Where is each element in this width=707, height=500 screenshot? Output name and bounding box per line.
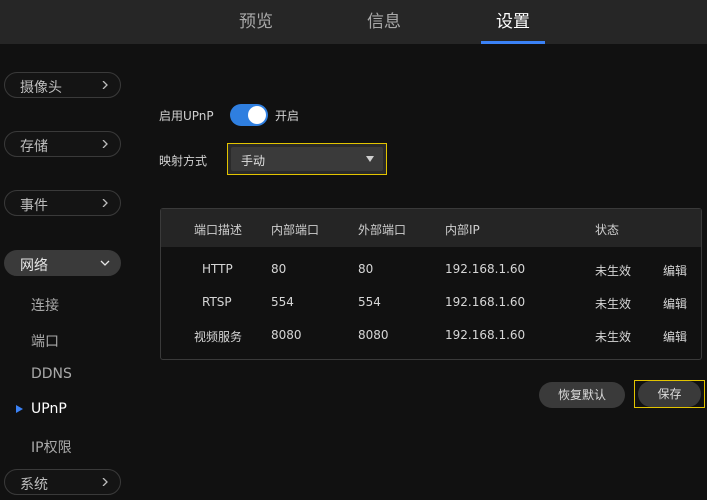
sidebar-group-storage[interactable]: 存储	[4, 131, 121, 157]
cell-internal-port: 554	[271, 295, 294, 309]
table-header: 端口描述 内部端口 外部端口 内部IP 状态	[161, 209, 701, 247]
sidebar-item-ip-permission[interactable]: IP权限	[31, 437, 72, 457]
save-button-focus-ring: 保存	[634, 380, 705, 408]
cell-status: 未生效	[595, 262, 631, 279]
edit-link[interactable]: 编辑	[663, 328, 687, 345]
cell-status: 未生效	[595, 295, 631, 312]
cell-internal-port: 8080	[271, 328, 302, 342]
sidebar-item-upnp[interactable]: UPnP	[31, 401, 67, 417]
cell-status: 未生效	[595, 328, 631, 345]
cell-internal-ip: 192.168.1.60	[445, 328, 525, 342]
tab-settings[interactable]: 设置	[483, 0, 543, 44]
cell-desc: HTTP	[202, 262, 233, 276]
tab-preview[interactable]: 预览	[226, 0, 286, 44]
chevron-right-icon	[101, 140, 109, 148]
sidebar-group-network[interactable]: 网络	[4, 250, 121, 276]
cell-desc: RTSP	[202, 295, 232, 309]
chevron-right-icon	[101, 81, 109, 89]
cell-internal-ip: 192.168.1.60	[445, 295, 525, 309]
sidebar-item-ddns[interactable]: DDNS	[31, 366, 72, 382]
edit-link[interactable]: 编辑	[663, 295, 687, 312]
sidebar-item-connection[interactable]: 连接	[31, 295, 59, 315]
chevron-right-icon	[101, 478, 109, 486]
sidebar-group-system[interactable]: 系统	[4, 469, 121, 495]
cell-desc: 视频服务	[194, 328, 242, 345]
header-internal-port: 内部端口	[271, 221, 319, 238]
header-external-port: 外部端口	[358, 221, 406, 238]
cell-external-port: 80	[358, 262, 373, 276]
sidebar-group-label: 网络	[20, 255, 48, 275]
sidebar-group-label: 存储	[20, 136, 48, 156]
chevron-right-icon	[101, 199, 109, 207]
toggle-knob	[248, 106, 266, 124]
sidebar-group-label: 系统	[20, 474, 48, 494]
edit-link[interactable]: 编辑	[663, 262, 687, 279]
top-nav: 预览 信息 设置	[0, 0, 707, 44]
restore-default-button[interactable]: 恢复默认	[539, 382, 625, 408]
mapping-mode-label: 映射方式	[159, 152, 207, 169]
mapping-mode-value: 手动	[241, 152, 265, 169]
caret-down-icon	[366, 156, 374, 162]
cell-external-port: 8080	[358, 328, 389, 342]
sidebar-group-camera[interactable]: 摄像头	[4, 72, 121, 98]
header-status: 状态	[595, 221, 619, 238]
sidebar-group-event[interactable]: 事件	[4, 190, 121, 216]
mapping-mode-inner: 手动	[231, 147, 383, 171]
sidebar-group-label: 摄像头	[20, 77, 62, 97]
header-port-desc: 端口描述	[194, 221, 242, 238]
upnp-enable-toggle[interactable]	[230, 104, 268, 126]
app-root: 预览 信息 设置 摄像头 存储 事件 网络 连接 端口 DDNS UPnP IP…	[0, 0, 707, 500]
upnp-enable-label: 启用UPnP	[159, 107, 214, 124]
cell-internal-port: 80	[271, 262, 286, 276]
cell-internal-ip: 192.168.1.60	[445, 262, 525, 276]
header-internal-ip: 内部IP	[445, 221, 480, 238]
tab-info[interactable]: 信息	[354, 0, 414, 44]
active-marker-icon	[16, 405, 23, 413]
port-mapping-table: 端口描述 内部端口 外部端口 内部IP 状态 HTTP 80 80 192.16…	[160, 208, 702, 360]
upnp-enable-state: 开启	[275, 107, 299, 124]
sidebar-item-port[interactable]: 端口	[31, 331, 59, 351]
mapping-mode-select[interactable]: 手动	[227, 143, 387, 175]
chevron-down-icon	[100, 259, 110, 267]
save-button[interactable]: 保存	[638, 381, 701, 407]
sidebar-group-label: 事件	[20, 195, 48, 215]
cell-external-port: 554	[358, 295, 381, 309]
